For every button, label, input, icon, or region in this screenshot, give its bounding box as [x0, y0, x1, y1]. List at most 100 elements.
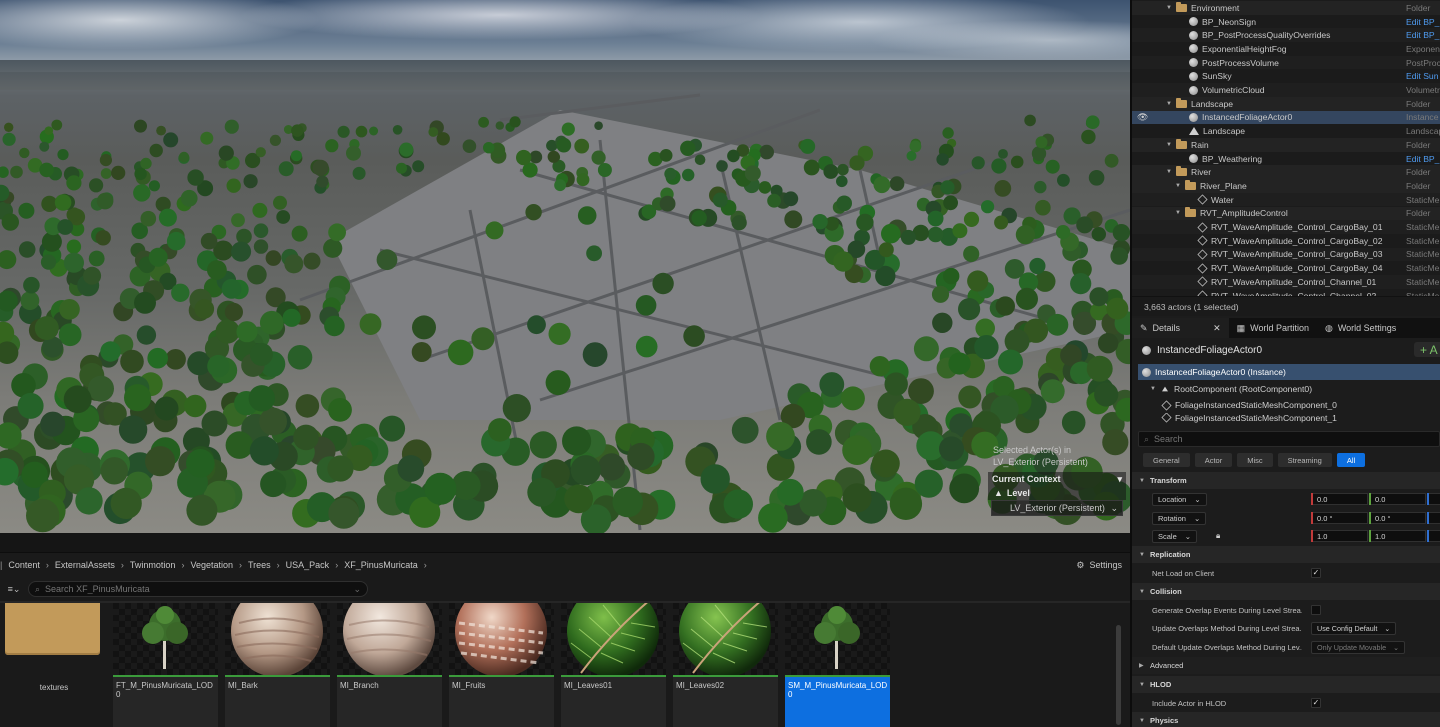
- filter-general[interactable]: General: [1143, 453, 1190, 467]
- scale-dropdown[interactable]: Scale ⌄: [1152, 529, 1198, 543]
- breadcrumb-item[interactable]: USA_Pack: [280, 560, 336, 570]
- outliner-actor-row[interactable]: SunSky Edit Sun: [1132, 70, 1440, 84]
- outliner-actor-row[interactable]: ExponentialHeightFog Exponen: [1132, 42, 1440, 56]
- expand-arrow-icon[interactable]: ▼: [1175, 210, 1181, 216]
- section-replication[interactable]: ▼ Replication: [1132, 546, 1440, 563]
- rotation-z-field[interactable]: [1427, 512, 1440, 524]
- breadcrumb-item[interactable]: Twinmotion: [124, 560, 182, 570]
- filter-misc[interactable]: Misc: [1237, 453, 1273, 467]
- asset-search[interactable]: ⌕ ⌄: [28, 581, 368, 597]
- edit-blueprint-link[interactable]: Edit BP_: [1406, 30, 1439, 40]
- asset-tile[interactable]: FT_M_PinusMuricata_LOD0: [113, 603, 218, 727]
- section-collision[interactable]: ▼ Collision: [1132, 583, 1440, 600]
- outliner-folder-row[interactable]: ▼ River_Plane Folder: [1132, 179, 1440, 193]
- expand-arrow-icon[interactable]: ▼: [1166, 142, 1172, 148]
- expand-arrow-icon[interactable]: ▼: [1166, 169, 1172, 175]
- chevron-right-icon[interactable]: ›: [424, 560, 427, 570]
- edit-blueprint-link[interactable]: Edit BP_: [1406, 17, 1439, 27]
- outliner-folder-row[interactable]: ▼ RVT_AmplitudeControl Folder: [1132, 206, 1440, 221]
- outliner-actor-row[interactable]: BP_Weathering Edit BP_: [1132, 152, 1440, 166]
- breadcrumb-item[interactable]: Trees: [242, 560, 277, 570]
- outliner-actor-row[interactable]: RVT_WaveAmplitude_Control_CargoBay_04 Sta…: [1132, 261, 1440, 275]
- outliner-actor-row[interactable]: RVT_WaveAmplitude_Control_Channel_01 Stat…: [1132, 275, 1440, 289]
- level-dropdown[interactable]: LV_Exterior (Persistent) ⌄: [991, 500, 1123, 516]
- lock-icon[interactable]: 🔒︎: [1216, 531, 1220, 541]
- outliner-actor-row[interactable]: 👁︎ InstancedFoliageActor0 Instance: [1132, 110, 1440, 125]
- breadcrumb-item[interactable]: Content: [2, 560, 46, 570]
- scale-z-field[interactable]: [1427, 530, 1440, 542]
- close-icon[interactable]: ✕: [1213, 323, 1221, 334]
- eye-icon[interactable]: 👁︎: [1137, 112, 1148, 123]
- actor-name[interactable]: InstancedFoliageActor0: [1157, 345, 1262, 356]
- expand-arrow-icon[interactable]: ▼: [1166, 5, 1172, 11]
- details-search-input[interactable]: [1154, 434, 1434, 444]
- tab-world-settings[interactable]: ◍ World Settings: [1317, 318, 1404, 338]
- details-search[interactable]: ⌕: [1138, 431, 1440, 447]
- outliner-actor-row[interactable]: PostProcessVolume PostProc: [1132, 55, 1440, 70]
- outliner-actor-row[interactable]: RVT_WaveAmplitude_Control_CargoBay_01 Sta…: [1132, 220, 1440, 234]
- component-row[interactable]: ▼ RootComponent (RootComponent0): [1138, 381, 1440, 397]
- location-z-field[interactable]: [1427, 493, 1440, 505]
- asset-tile[interactable]: MI_Branch: [337, 603, 442, 727]
- outliner-actor-row[interactable]: BP_NeonSign Edit BP_: [1132, 15, 1440, 29]
- expand-arrow-icon[interactable]: ▼: [1175, 183, 1181, 189]
- filter-all[interactable]: All: [1336, 453, 1366, 467]
- asset-search-input[interactable]: [45, 584, 349, 594]
- asset-tile[interactable]: MI_Leaves02: [673, 603, 778, 727]
- asset-tile[interactable]: MI_Fruits: [449, 603, 554, 727]
- location-y-field[interactable]: 0.0: [1369, 493, 1426, 505]
- section-hlod[interactable]: ▼ HLOD: [1132, 676, 1440, 693]
- expand-arrow-icon[interactable]: ▼: [1166, 101, 1172, 107]
- tab-world-partition[interactable]: ▦ World Partition: [1229, 318, 1317, 338]
- edit-blueprint-link[interactable]: Edit Sun: [1406, 71, 1439, 81]
- section-physics[interactable]: ▼ Physics: [1132, 712, 1440, 727]
- breadcrumb-item[interactable]: ExternalAssets: [49, 560, 121, 570]
- location-x-field[interactable]: 0.0: [1311, 493, 1368, 505]
- scale-x-field[interactable]: 1.0: [1311, 530, 1368, 542]
- outliner-folder-row[interactable]: ▼ Environment Folder: [1132, 1, 1440, 15]
- filter-streaming[interactable]: Streaming: [1277, 453, 1332, 467]
- breadcrumb-item[interactable]: Vegetation: [184, 560, 239, 570]
- tab-details[interactable]: ✎ Details ✕: [1132, 318, 1229, 338]
- net-load-checkbox[interactable]: ✓: [1311, 568, 1321, 578]
- current-context-header[interactable]: Current Context ▾: [988, 472, 1126, 486]
- section-transform[interactable]: ▼ Transform: [1132, 472, 1440, 489]
- component-row[interactable]: InstancedFoliageActor0 (Instance): [1138, 364, 1440, 380]
- asset-tile[interactable]: MI_Bark: [225, 603, 330, 727]
- settings-button[interactable]: ⚙ Settings: [1076, 557, 1122, 573]
- outliner-actor-row[interactable]: VolumetricCloud Volumetri: [1132, 83, 1440, 97]
- outliner-actor-row[interactable]: BP_PostProcessQualityOverrides Edit BP_: [1132, 28, 1440, 43]
- outliner-actor-row[interactable]: Water StaticMe: [1132, 192, 1440, 207]
- component-row[interactable]: FoliageInstancedStaticMeshComponent_1: [1138, 413, 1440, 423]
- folder-textures[interactable]: textures: [0, 603, 108, 727]
- asset-tile-selected[interactable]: SM_M_PinusMuricata_LOD0: [785, 603, 890, 727]
- rotation-dropdown[interactable]: Rotation ⌄: [1152, 511, 1207, 525]
- outliner-actor-row[interactable]: RVT_WaveAmplitude_Control_CargoBay_02 Sta…: [1132, 234, 1440, 248]
- generate-overlap-checkbox[interactable]: [1311, 605, 1321, 615]
- scrollbar[interactable]: [1116, 625, 1121, 725]
- expand-arrow-icon[interactable]: ▼: [1150, 386, 1156, 392]
- default-update-dropdown[interactable]: Only Update Movable ⌄: [1311, 640, 1406, 654]
- outliner-actor-row[interactable]: RVT_WaveAmplitude_Control_CargoBay_03 Sta…: [1132, 247, 1440, 262]
- update-overlaps-dropdown[interactable]: Use Config Default ⌄: [1311, 621, 1397, 635]
- outliner-folder-row[interactable]: ▼ Rain Folder: [1132, 138, 1440, 152]
- outliner-actor-row[interactable]: Landscape Landscap: [1132, 124, 1440, 138]
- rotation-y-field[interactable]: 0.0 °: [1369, 512, 1426, 524]
- location-dropdown[interactable]: Location ⌄: [1152, 492, 1207, 506]
- chevron-down-icon[interactable]: ⌄: [353, 584, 361, 595]
- outliner-folder-row[interactable]: ▼ River Folder: [1132, 165, 1440, 180]
- breadcrumb-item[interactable]: XF_PinusMuricata: [338, 560, 424, 570]
- section-advanced[interactable]: ▶ Advanced: [1132, 657, 1440, 674]
- collapse-arrow-icon[interactable]: ▾: [1117, 474, 1122, 485]
- include-hlod-checkbox[interactable]: ✓: [1311, 698, 1321, 708]
- outliner-actor-row[interactable]: RVT_WaveAmplitude_Control_Channel_02 Stat…: [1132, 289, 1440, 296]
- asset-tile[interactable]: MI_Leaves01: [561, 603, 666, 727]
- edit-blueprint-link[interactable]: Edit BP_: [1406, 154, 1439, 164]
- filter-actor[interactable]: Actor: [1194, 453, 1233, 467]
- level-viewport[interactable]: Selected Actor(s) in LV_Exterior (Persis…: [0, 0, 1130, 533]
- filter-button[interactable]: ≡⌄: [0, 580, 28, 598]
- outliner-folder-row[interactable]: ▼ Landscape Folder: [1132, 96, 1440, 111]
- rotation-x-field[interactable]: 0.0 °: [1311, 512, 1368, 524]
- scale-y-field[interactable]: 1.0: [1369, 530, 1426, 542]
- component-row[interactable]: FoliageInstancedStaticMeshComponent_0: [1138, 397, 1440, 413]
